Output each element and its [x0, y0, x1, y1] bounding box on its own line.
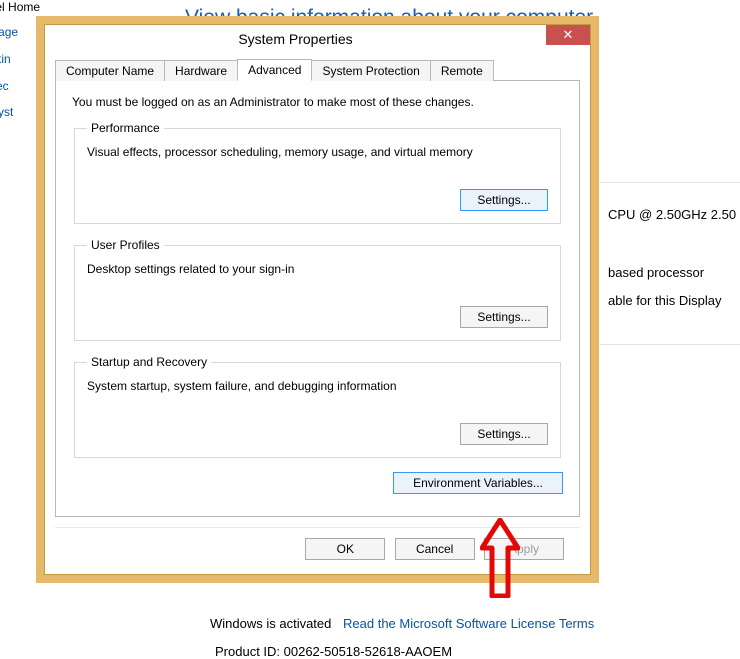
system-properties-dialog: System Properties ✕ Computer Name Hardwa…	[44, 24, 591, 575]
bg-product-id: Product ID: 00262-50518-52618-AAOEM	[215, 644, 452, 659]
group-startup-legend: Startup and Recovery	[87, 355, 211, 369]
group-startup-recovery: Startup and Recovery System startup, sys…	[74, 355, 561, 458]
close-icon: ✕	[563, 27, 574, 43]
bg-proc-text: based processor	[608, 265, 704, 280]
group-startup-desc: System startup, system failure, and debu…	[87, 379, 548, 393]
group-user-profiles-legend: User Profiles	[87, 238, 164, 252]
tab-system-protection[interactable]: System Protection	[311, 60, 430, 81]
startup-settings-button[interactable]: Settings...	[460, 423, 548, 445]
admin-note: You must be logged on as an Administrato…	[72, 95, 563, 109]
group-user-profiles: User Profiles Desktop settings related t…	[74, 238, 561, 341]
group-performance-legend: Performance	[87, 121, 164, 135]
tabstrip: Computer Name Hardware Advanced System P…	[55, 57, 580, 81]
ok-button[interactable]: OK	[305, 538, 385, 560]
group-performance-desc: Visual effects, processor scheduling, me…	[87, 145, 548, 159]
bg-separator	[600, 344, 740, 345]
bg-cpu-text: CPU @ 2.50GHz 2.50	[608, 207, 736, 222]
group-performance: Performance Visual effects, processor sc…	[74, 121, 561, 224]
dialog-title: System Properties	[45, 31, 546, 47]
apply-button[interactable]: Apply	[484, 538, 564, 560]
bg-activation-label: Windows is activated	[210, 616, 331, 631]
tab-computer-name[interactable]: Computer Name	[55, 60, 165, 81]
performance-settings-button[interactable]: Settings...	[460, 189, 548, 211]
dialog-body: Computer Name Hardware Advanced System P…	[45, 53, 590, 574]
close-button[interactable]: ✕	[546, 25, 590, 45]
environment-variables-button[interactable]: Environment Variables...	[393, 472, 563, 494]
bg-license-link[interactable]: Read the Microsoft Software License Term…	[343, 616, 594, 631]
tab-advanced[interactable]: Advanced	[237, 59, 312, 81]
dialog-buttonbar: OK Cancel Apply	[55, 527, 580, 560]
group-user-profiles-desc: Desktop settings related to your sign-in	[87, 262, 548, 276]
user-profiles-settings-button[interactable]: Settings...	[460, 306, 548, 328]
tab-hardware[interactable]: Hardware	[164, 60, 238, 81]
cancel-button[interactable]: Cancel	[395, 538, 475, 560]
tab-panel-advanced: You must be logged on as an Administrato…	[55, 81, 580, 517]
bg-disp-text: able for this Display	[608, 293, 721, 308]
bg-activation-row: Windows is activated Read the Microsoft …	[210, 616, 594, 631]
bg-separator	[600, 182, 740, 183]
tab-remote[interactable]: Remote	[430, 60, 494, 81]
titlebar[interactable]: System Properties ✕	[45, 25, 590, 53]
bg-side-home: anel Home	[0, 0, 72, 14]
